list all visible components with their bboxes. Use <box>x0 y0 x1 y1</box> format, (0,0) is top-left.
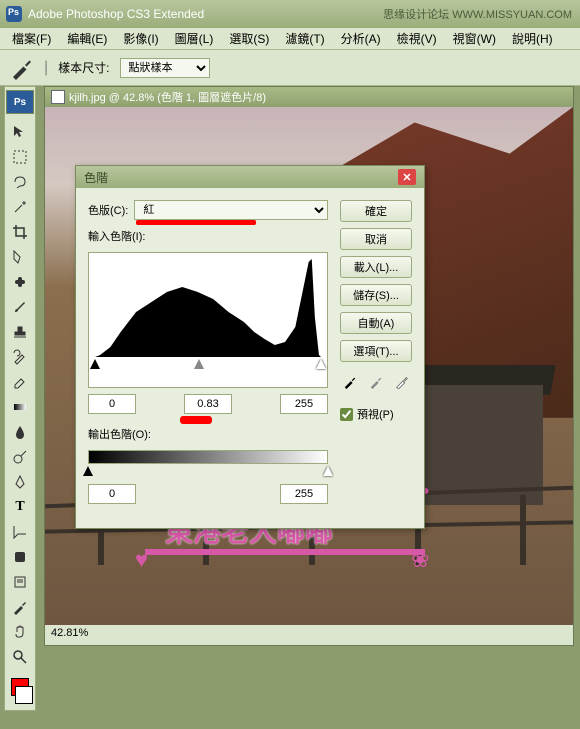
gray-eyedropper-icon[interactable] <box>366 372 386 392</box>
pen-tool-icon[interactable] <box>6 470 34 494</box>
zoom-tool-icon[interactable] <box>6 645 34 669</box>
channel-label: 色版(C): <box>88 202 128 218</box>
input-black-field[interactable] <box>88 394 136 414</box>
app-title: Adobe Photoshop CS3 Extended <box>28 7 204 21</box>
menu-window[interactable]: 視窗(W) <box>445 28 504 49</box>
midpoint-slider[interactable] <box>194 359 204 369</box>
ps-logo-icon[interactable]: Ps <box>6 90 34 114</box>
white-point-slider[interactable] <box>316 359 326 369</box>
menu-help[interactable]: 說明(H) <box>504 28 561 49</box>
menu-layer[interactable]: 圖層(L) <box>167 28 222 49</box>
options-bar: | 樣本尺寸: 點狀樣本 <box>0 50 580 86</box>
output-gradient <box>88 450 328 464</box>
output-slider[interactable] <box>88 466 328 478</box>
input-white-field[interactable] <box>280 394 328 414</box>
annotation-highlight <box>180 416 212 424</box>
type-tool-icon[interactable]: T <box>6 495 34 519</box>
menubar: 檔案(F) 編輯(E) 影像(I) 圖層(L) 選取(S) 濾鏡(T) 分析(A… <box>0 28 580 50</box>
color-swatches[interactable] <box>5 674 35 708</box>
menu-filter[interactable]: 濾鏡(T) <box>277 28 332 49</box>
load-button[interactable]: 載入(L)... <box>340 256 412 278</box>
shape-tool-icon[interactable] <box>6 545 34 569</box>
hand-tool-icon[interactable] <box>6 620 34 644</box>
output-white-field[interactable] <box>280 484 328 504</box>
dialog-titlebar[interactable]: 色階 ✕ <box>76 166 424 188</box>
move-tool-icon[interactable] <box>6 120 34 144</box>
wand-tool-icon[interactable] <box>6 195 34 219</box>
menu-view[interactable]: 檢視(V) <box>389 28 445 49</box>
background-swatch[interactable] <box>15 686 33 704</box>
menu-file[interactable]: 檔案(F) <box>4 28 59 49</box>
input-levels-label: 輸入色階(I): <box>88 228 145 244</box>
black-point-slider[interactable] <box>90 359 100 369</box>
white-eyedropper-icon[interactable] <box>392 372 412 392</box>
black-eyedropper-icon[interactable] <box>340 372 360 392</box>
stamp-tool-icon[interactable] <box>6 320 34 344</box>
sample-size-select[interactable]: 點狀樣本 <box>120 58 210 78</box>
menu-image[interactable]: 影像(I) <box>115 28 166 49</box>
auto-button[interactable]: 自動(A) <box>340 312 412 334</box>
app-icon <box>6 6 22 22</box>
output-white-slider[interactable] <box>323 466 333 476</box>
options-button[interactable]: 選項(T)... <box>340 340 412 362</box>
close-icon[interactable]: ✕ <box>398 169 416 185</box>
eyedropper-toolbox-icon[interactable] <box>6 595 34 619</box>
output-black-slider[interactable] <box>83 466 93 476</box>
lasso-tool-icon[interactable] <box>6 170 34 194</box>
input-slider[interactable] <box>95 359 321 371</box>
menu-analysis[interactable]: 分析(A) <box>333 28 389 49</box>
document-title: kjilh.jpg @ 42.8% (色階 1, 圖層遮色片/8) <box>69 89 266 105</box>
menu-edit[interactable]: 編輯(E) <box>59 28 115 49</box>
toolbox: Ps T <box>4 86 36 711</box>
document-statusbar: 42.81% <box>45 625 573 645</box>
eraser-tool-icon[interactable] <box>6 370 34 394</box>
cancel-button[interactable]: 取消 <box>340 228 412 250</box>
heal-tool-icon[interactable] <box>6 270 34 294</box>
document-icon <box>51 90 65 104</box>
preview-checkbox[interactable]: 預視(P) <box>340 406 412 422</box>
channel-select[interactable]: 紅 <box>134 200 328 220</box>
document-titlebar[interactable]: kjilh.jpg @ 42.8% (色階 1, 圖層遮色片/8) <box>45 87 573 107</box>
output-black-field[interactable] <box>88 484 136 504</box>
dodge-tool-icon[interactable] <box>6 445 34 469</box>
sample-size-label: 樣本尺寸: <box>58 59 109 76</box>
dialog-title-text: 色階 <box>84 169 108 186</box>
brush-tool-icon[interactable] <box>6 295 34 319</box>
app-titlebar: Adobe Photoshop CS3 Extended 思缘设计论坛 WWW.… <box>0 0 580 28</box>
save-button[interactable]: 儲存(S)... <box>340 284 412 306</box>
zoom-level[interactable]: 42.81% <box>51 627 88 639</box>
levels-dialog: 色階 ✕ 色版(C): 紅 輸入色階(I): <box>75 165 425 529</box>
path-tool-icon[interactable] <box>6 520 34 544</box>
menu-select[interactable]: 選取(S) <box>221 28 277 49</box>
preview-label: 預視(P) <box>357 406 394 422</box>
notes-tool-icon[interactable] <box>6 570 34 594</box>
histogram <box>88 252 328 388</box>
output-levels-label: 輸出色階(O): <box>88 426 151 442</box>
slice-tool-icon[interactable] <box>6 245 34 269</box>
annotation-underline <box>136 220 256 225</box>
eyedropper-tool-icon <box>10 56 34 80</box>
input-gamma-field[interactable] <box>184 394 232 414</box>
marquee-tool-icon[interactable] <box>6 145 34 169</box>
blur-tool-icon[interactable] <box>6 420 34 444</box>
preview-checkbox-input[interactable] <box>340 408 353 421</box>
gradient-tool-icon[interactable] <box>6 395 34 419</box>
ok-button[interactable]: 確定 <box>340 200 412 222</box>
crop-tool-icon[interactable] <box>6 220 34 244</box>
history-brush-icon[interactable] <box>6 345 34 369</box>
watermark-text: 思缘设计论坛 WWW.MISSYUAN.COM <box>383 6 572 22</box>
